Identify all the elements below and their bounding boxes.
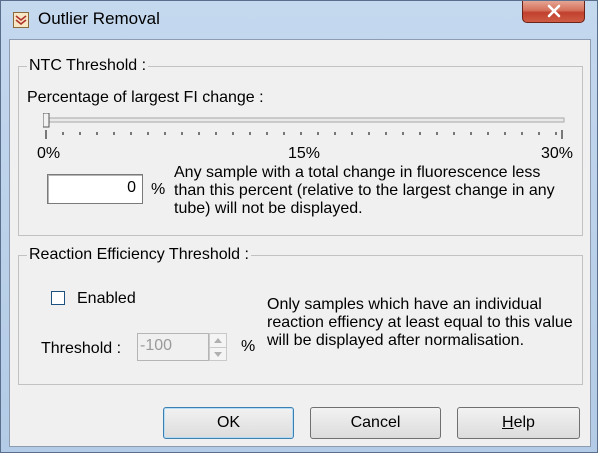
ok-button[interactable]: OK — [163, 407, 294, 439]
spin-down-icon[interactable] — [210, 347, 226, 360]
app-icon — [13, 12, 29, 28]
title-bar[interactable]: Outlier Removal — [1, 1, 597, 39]
tick-label-max: 30% — [541, 145, 574, 162]
reaction-efficiency-group: Reaction Efficiency Threshold : Enabled … — [18, 246, 583, 385]
enabled-checkbox[interactable] — [51, 291, 65, 305]
spin-up-icon[interactable] — [210, 334, 226, 347]
help-mnemonic: H — [502, 414, 514, 431]
dialog-body: NTC Threshold : Percentage of largest FI… — [9, 39, 591, 447]
reaction-description: Only samples which have an individual re… — [267, 296, 573, 349]
help-label-rest: elp — [513, 414, 535, 431]
ntc-threshold-group: NTC Threshold : Percentage of largest FI… — [18, 57, 583, 236]
ntc-unit-label: % — [151, 181, 166, 198]
tick-label-min: 0% — [37, 145, 61, 162]
window-title: Outlier Removal — [38, 9, 160, 28]
reaction-efficiency-title: Reaction Efficiency Threshold : — [27, 246, 251, 264]
outlier-removal-dialog: Outlier Removal NTC Threshold : Percenta… — [0, 0, 598, 453]
fi-change-slider[interactable] — [42, 112, 573, 143]
slider-thumb — [42, 112, 50, 128]
tick-label-mid: 15% — [288, 145, 321, 162]
slider-label: Percentage of largest FI change : — [27, 89, 264, 106]
cancel-button[interactable]: Cancel — [310, 407, 441, 439]
ntc-threshold-input[interactable]: 0 — [47, 174, 143, 204]
ntc-threshold-title: NTC Threshold : — [27, 57, 149, 75]
reaction-threshold-input[interactable]: -100 — [137, 333, 209, 361]
reaction-unit-label: % — [241, 338, 256, 355]
threshold-label: Threshold : — [41, 340, 122, 357]
help-button[interactable]: Help — [457, 407, 580, 439]
close-icon — [547, 4, 561, 18]
ntc-description: Any sample with a total change in fluore… — [174, 164, 555, 217]
threshold-spinner[interactable] — [209, 333, 227, 361]
enabled-label[interactable]: Enabled — [77, 290, 136, 308]
close-button[interactable] — [522, 1, 585, 23]
